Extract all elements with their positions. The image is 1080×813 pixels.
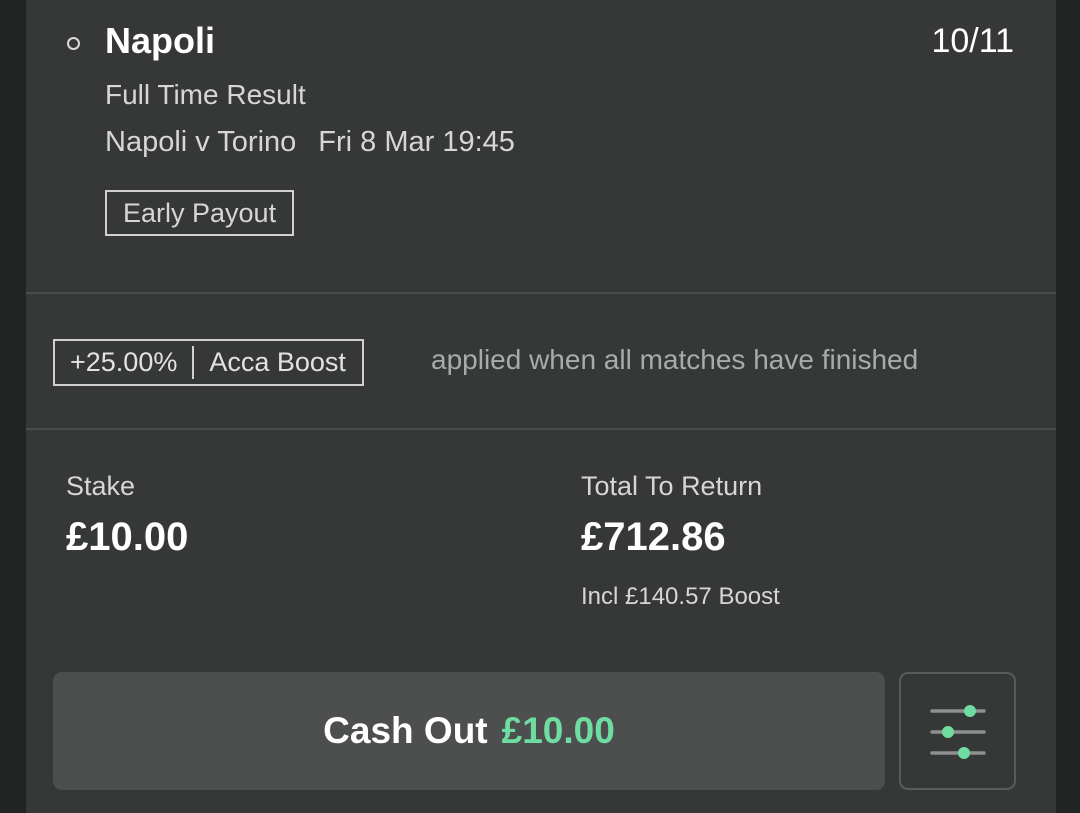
divider xyxy=(26,292,1056,294)
sliders-icon xyxy=(930,705,986,759)
radio-empty-icon xyxy=(67,37,80,50)
total-return-value: £712.86 xyxy=(581,515,726,559)
event-datetime: Fri 8 Mar 19:45 xyxy=(318,126,515,158)
cash-out-amount: £10.00 xyxy=(501,710,615,751)
boost-note: applied when all matches have finished xyxy=(431,344,919,375)
cash-out-button[interactable]: Cash Out £10.00 xyxy=(53,672,885,790)
event-name: Napoli v Torino xyxy=(105,126,297,158)
divider xyxy=(26,428,1056,430)
boost-label: Acca Boost xyxy=(209,347,346,377)
cash-out-label: Cash Out xyxy=(323,710,488,751)
selection-odds: 10/11 xyxy=(931,22,1014,60)
total-return-label: Total To Return xyxy=(581,471,763,501)
acca-boost-badge[interactable]: +25.00% Acca Boost xyxy=(53,339,364,386)
boost-percent: +25.00% xyxy=(70,347,178,377)
cash-out-settings-button[interactable] xyxy=(899,672,1016,790)
market-name: Full Time Result xyxy=(105,79,306,110)
bet-card: Napoli 10/11 Full Time Result Napoli v T… xyxy=(26,0,1056,813)
selection-row: Napoli 10/11 Full Time Result Napoli v T… xyxy=(26,0,1056,292)
early-payout-badge[interactable]: Early Payout xyxy=(105,190,295,236)
stake-value: £10.00 xyxy=(66,515,189,559)
boost-included-text: Incl £140.57 Boost xyxy=(581,583,780,610)
stake-label: Stake xyxy=(66,471,136,501)
event-info: Napoli v Torino Fri 8 Mar 19:45 xyxy=(105,126,515,159)
selection-name: Napoli xyxy=(105,20,216,61)
